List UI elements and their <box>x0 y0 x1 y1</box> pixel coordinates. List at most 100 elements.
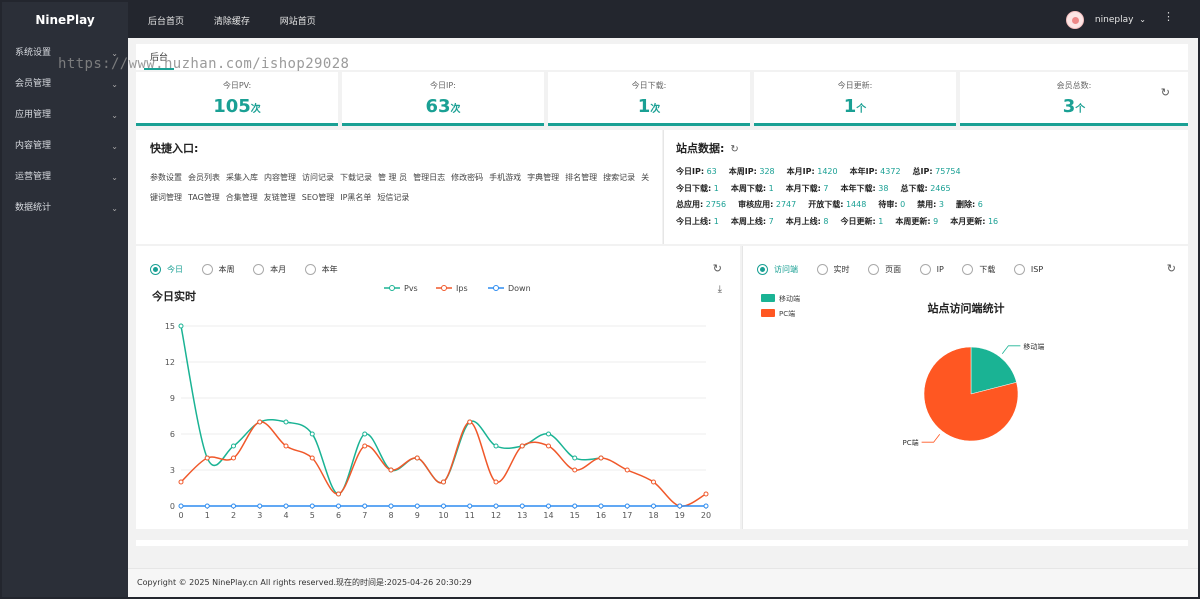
top-nav: 后台首页 清除缓存 网站首页 <box>148 2 342 38</box>
quick-link[interactable]: 会员列表 <box>188 173 220 182</box>
x-tick-label: 8 <box>388 511 393 520</box>
site-data-value: 9 <box>930 216 939 226</box>
quick-link[interactable]: IP黑名单 <box>340 193 371 202</box>
data-point <box>362 503 368 509</box>
site-data-value: 2747 <box>773 200 797 209</box>
data-point <box>362 443 368 449</box>
nav-admin-home[interactable]: 后台首页 <box>148 17 184 27</box>
quick-link[interactable]: SEO管理 <box>302 193 334 202</box>
stat-label: 今日PV: <box>222 81 252 90</box>
site-data-rows: 今日IP: 63 本周IP: 328 本月IP: 1420 本年IP: 4372 总IP… <box>676 164 1188 230</box>
y-tick-label: 6 <box>170 430 175 439</box>
sidebar-item-operations-management[interactable]: 运营管理 ⌄ <box>2 162 128 193</box>
quick-link[interactable]: 合集管理 <box>226 193 258 202</box>
quick-link[interactable]: 内容管理 <box>264 173 296 182</box>
stat-card-ip: 今日IP: 63次 <box>342 72 544 126</box>
site-data-label: 删除: <box>956 200 976 209</box>
more-vertical-icon[interactable]: ⋮ <box>1163 10 1174 23</box>
chevron-down-icon: ⌄ <box>111 142 118 151</box>
refresh-icon[interactable]: ↻ <box>1161 86 1170 99</box>
site-data-value: 16 <box>985 216 999 226</box>
quick-link[interactable]: 管理日志 <box>413 173 445 182</box>
data-point <box>204 503 210 509</box>
sidebar-item-data-statistics[interactable]: 数据统计 ⌄ <box>2 193 128 224</box>
x-tick-label: 20 <box>701 511 711 520</box>
chevron-down-icon: ⌄ <box>1139 15 1146 24</box>
data-point <box>441 479 446 485</box>
x-tick-label: 3 <box>257 511 262 520</box>
quick-link[interactable]: 下载记录 <box>340 173 372 182</box>
quick-link[interactable]: 管 理 员 <box>378 173 407 182</box>
x-tick-label: 12 <box>491 511 501 520</box>
quick-link[interactable]: 排名管理 <box>565 173 597 182</box>
site-data-panel: 站点数据: ↻ 今日IP: 63 本周IP: 328 本月IP: 1420 本年IP: … <box>663 130 1188 244</box>
x-tick-label: 2 <box>231 511 236 520</box>
legend-marker <box>441 285 447 291</box>
quick-link[interactable]: 字典管理 <box>527 173 559 182</box>
legend-label: Down <box>508 284 531 293</box>
data-point <box>309 503 315 509</box>
site-data-label: 本月更新: <box>950 216 986 226</box>
quick-links-title: 快捷入口: <box>150 142 199 155</box>
pie-label-line <box>1001 345 1021 354</box>
nav-site-home[interactable]: 网站首页 <box>280 17 316 27</box>
data-point <box>336 491 341 497</box>
data-point <box>178 503 184 509</box>
legend-label: PC端 <box>779 309 795 318</box>
quick-link[interactable]: 访问记录 <box>302 173 334 182</box>
site-data-label: 本月下载: <box>785 183 821 193</box>
data-point <box>572 503 578 509</box>
stat-value: 1次 <box>548 96 750 117</box>
quick-link[interactable]: 手机游戏 <box>489 173 521 182</box>
data-point <box>572 455 578 461</box>
data-point <box>388 503 394 509</box>
quick-link[interactable]: TAG管理 <box>188 193 220 202</box>
sidebar-item-content-management[interactable]: 内容管理 ⌄ <box>2 131 128 162</box>
site-data-value: 7 <box>820 183 829 193</box>
quick-link[interactable]: 采集入库 <box>226 173 258 182</box>
y-tick-label: 3 <box>170 466 175 475</box>
stat-card-pv: 今日PV: 105次 <box>136 72 338 126</box>
quick-link[interactable]: 短信记录 <box>377 193 409 202</box>
data-point <box>703 503 709 509</box>
nav-clear-cache[interactable]: 清除缓存 <box>214 17 250 27</box>
data-point <box>231 443 236 449</box>
x-tick-label: 11 <box>465 511 475 520</box>
site-data-value: 7 <box>766 216 774 226</box>
client-chart-panel: 访问端 实时 页面 IP 下载 ISP ↻ 站点访问端统计 移动端 PC端 移动端 P… <box>742 246 1188 529</box>
data-point <box>519 503 525 509</box>
stat-unit: 个 <box>856 104 867 115</box>
site-data-row: 今日下载: 1 本周下载: 1 本月下载: 7 本年下载: 38 总下载: 2465 <box>676 181 1188 198</box>
series-line-ips <box>180 421 707 507</box>
data-point <box>493 443 499 449</box>
refresh-icon[interactable]: ↻ <box>730 144 738 155</box>
data-point <box>546 503 551 509</box>
site-data-label: 本年IP: <box>849 167 878 176</box>
quick-link[interactable]: 友链管理 <box>264 193 296 202</box>
sidebar-item-member-management[interactable]: 会员管理 ⌄ <box>2 69 128 100</box>
data-point <box>519 443 525 449</box>
quick-link[interactable]: 搜索记录 <box>603 173 635 182</box>
site-data-label: 待审: <box>878 200 898 209</box>
legend-label: Ips <box>456 284 468 293</box>
data-point <box>231 503 236 509</box>
pie-label: 移动端 <box>1023 342 1044 351</box>
data-point <box>336 503 341 509</box>
data-point <box>309 455 315 461</box>
stat-unit: 个 <box>1075 104 1086 115</box>
brand-logo: NinePlay <box>35 13 95 27</box>
x-tick-label: 10 <box>438 511 448 520</box>
legend-marker <box>493 285 499 291</box>
user-menu[interactable]: nineplay ⌄ <box>1066 10 1146 30</box>
quick-link[interactable]: 修改密码 <box>451 173 483 182</box>
quick-link[interactable]: 参数设置 <box>150 173 182 182</box>
stat-label: 今日更新: <box>837 81 873 90</box>
sidebar-item-app-management[interactable]: 应用管理 ⌄ <box>2 100 128 131</box>
data-point <box>651 479 656 485</box>
legend-label: Pvs <box>404 284 418 293</box>
y-tick-label: 15 <box>165 322 175 331</box>
site-data-value: 75754 <box>932 167 961 176</box>
footer-text: Copyright © 2025 NinePlay.cn All rights … <box>137 578 472 587</box>
y-tick-label: 0 <box>170 502 175 511</box>
site-data-value: 4372 <box>877 167 901 176</box>
